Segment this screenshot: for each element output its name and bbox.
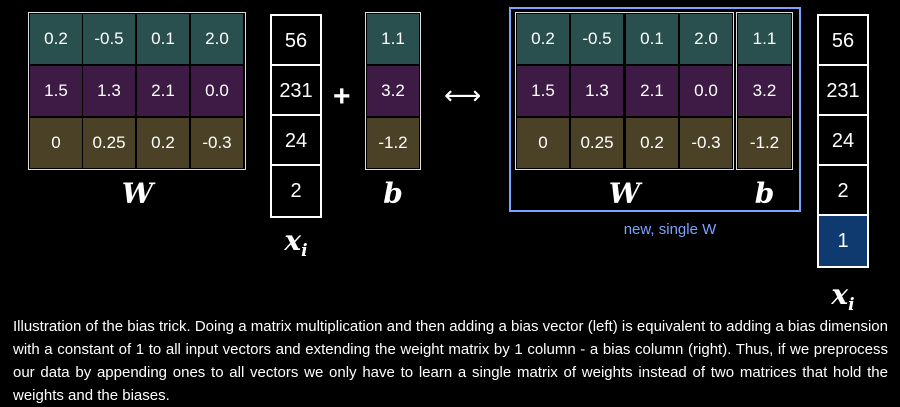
new-single-w-label: new, single W [623,221,717,238]
w-left-label: W [121,177,154,210]
x-ext-cell: 2 [817,164,869,218]
x-left-cell: 2 [270,164,322,218]
x-ext-label: xi [831,278,855,315]
x-left-cell: 24 [270,114,322,168]
x-left-cell: 231 [270,64,322,118]
b-left-label: b [383,177,403,210]
equivalence-arrow: ⟷ [444,80,482,110]
x-ext-cell: 24 [817,114,869,168]
x-ext-cell: 56 [817,14,869,68]
x-ext-label-subscript: i [848,295,855,315]
x-left-cell: 56 [270,14,322,68]
plus-sign: + [333,80,351,113]
x-left-label-subscript: i [301,241,308,261]
x-ext-cell: 1 [817,214,869,268]
w-left-frame [28,12,246,170]
x-ext-cell: 231 [817,64,869,118]
figure-caption: Illustration of the bias trick. Doing a … [13,318,888,404]
x-left-label: xi [284,224,308,261]
b-left-frame [365,12,421,170]
new-single-w-box [509,7,801,212]
